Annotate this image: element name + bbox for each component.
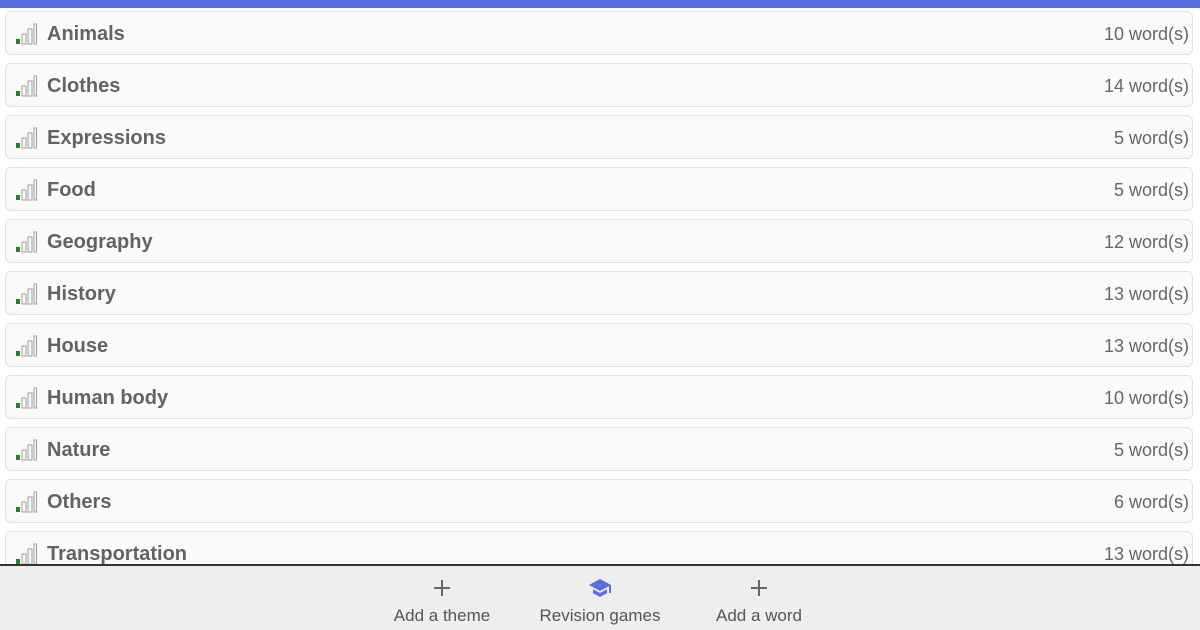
signal-bars-icon — [16, 335, 37, 357]
theme-name: Animals — [47, 23, 125, 45]
word-count: 13 word(s) — [1103, 336, 1189, 356]
theme-name: House — [47, 335, 109, 357]
theme-name: Food — [47, 179, 96, 201]
word-count: 12 word(s) — [1103, 232, 1189, 252]
word-count: 13 word(s) — [1103, 544, 1189, 564]
bottom-navigation: Add a theme Revision games Add a word — [0, 564, 1200, 630]
word-count: 6 word(s) — [1113, 492, 1189, 512]
word-count: 14 word(s) — [1103, 76, 1189, 96]
theme-row-house[interactable]: House 13 word(s) — [5, 323, 1193, 367]
signal-bars-icon — [16, 283, 37, 305]
theme-row-geography[interactable]: Geography 12 word(s) — [5, 219, 1193, 263]
add-theme-button[interactable]: Add a theme — [382, 566, 502, 630]
word-count: 13 word(s) — [1103, 284, 1189, 304]
theme-name: Others — [47, 491, 112, 513]
add-theme-label: Add a theme — [393, 606, 491, 625]
revision-games-label: Revision games — [539, 606, 661, 625]
signal-bars-icon — [16, 543, 37, 564]
top-accent-bar — [0, 0, 1200, 8]
theme-list[interactable]: Animals 10 word(s) Clothes 14 word(s) Ex… — [0, 8, 1200, 564]
theme-row-history[interactable]: History 13 word(s) — [5, 271, 1193, 315]
add-word-button[interactable]: Add a word — [700, 566, 818, 630]
theme-row-animals[interactable]: Animals 10 word(s) — [5, 11, 1193, 55]
theme-name: History — [47, 283, 116, 305]
theme-name: Transportation — [47, 543, 188, 564]
theme-row-food[interactable]: Food 5 word(s) — [5, 167, 1193, 211]
theme-name: Clothes — [47, 75, 121, 97]
signal-bars-icon — [16, 231, 37, 253]
plus-icon — [751, 580, 767, 596]
theme-name: Nature — [47, 439, 111, 461]
signal-bars-icon — [16, 179, 37, 201]
theme-row-nature[interactable]: Nature 5 word(s) — [5, 427, 1193, 471]
theme-row-transportation[interactable]: Transportation 13 word(s) — [5, 531, 1193, 564]
signal-bars-icon — [16, 127, 37, 149]
theme-name: Expressions — [47, 127, 166, 149]
theme-row-expressions[interactable]: Expressions 5 word(s) — [5, 115, 1193, 159]
word-count: 10 word(s) — [1103, 388, 1189, 408]
theme-name: Human body — [47, 387, 169, 409]
plus-icon — [434, 580, 450, 596]
revision-games-button[interactable]: Revision games — [525, 566, 675, 630]
add-word-label: Add a word — [716, 606, 802, 625]
graduation-cap-icon — [589, 579, 611, 597]
theme-row-clothes[interactable]: Clothes 14 word(s) — [5, 63, 1193, 107]
theme-name: Geography — [47, 231, 153, 253]
word-count: 5 word(s) — [1113, 440, 1189, 460]
theme-row-others[interactable]: Others 6 word(s) — [5, 479, 1193, 523]
word-count: 5 word(s) — [1113, 180, 1189, 200]
theme-row-human-body[interactable]: Human body 10 word(s) — [5, 375, 1193, 419]
signal-bars-icon — [16, 491, 37, 513]
word-count: 10 word(s) — [1103, 24, 1189, 44]
word-count: 5 word(s) — [1113, 128, 1189, 148]
signal-bars-icon — [16, 23, 37, 45]
signal-bars-icon — [16, 439, 37, 461]
signal-bars-icon — [16, 387, 37, 409]
signal-bars-icon — [16, 75, 37, 97]
